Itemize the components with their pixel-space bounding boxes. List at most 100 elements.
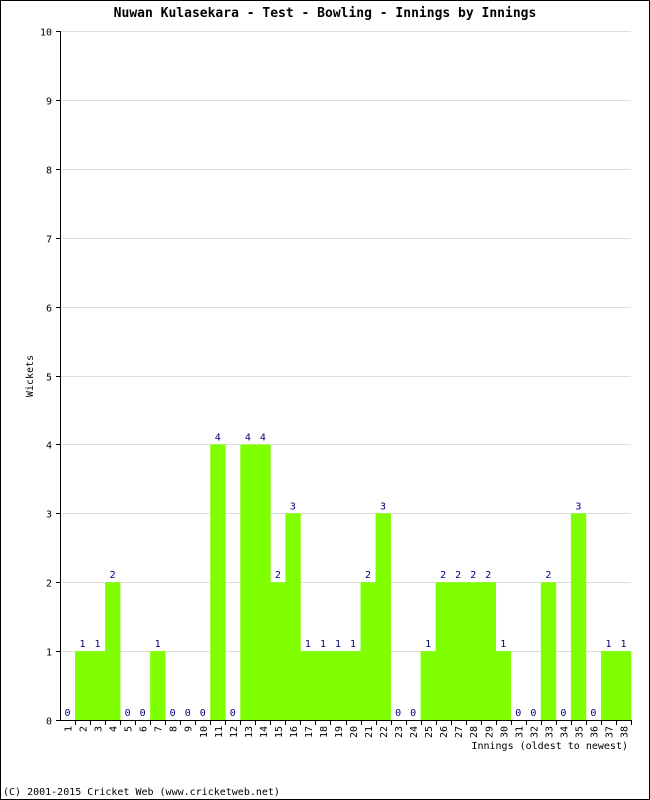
- y-tick-label: 3: [46, 510, 52, 521]
- x-tick-label: 3: [94, 726, 105, 732]
- x-tick-label: 34: [559, 726, 570, 738]
- x-tick-label: 2: [79, 726, 90, 732]
- x-tick-label: 14: [259, 726, 270, 738]
- x-tick-label: 11: [214, 726, 225, 738]
- bar: [210, 444, 226, 720]
- data-label: 1: [500, 639, 506, 650]
- data-label: 1: [425, 639, 431, 650]
- x-tick-label: 33: [544, 726, 555, 738]
- data-label: 4: [260, 432, 266, 443]
- data-label: 0: [170, 708, 176, 719]
- y-tick-label: 0: [46, 717, 52, 728]
- data-label: 1: [95, 639, 101, 650]
- data-label: 0: [560, 708, 566, 719]
- x-tick-label: 10: [199, 726, 210, 738]
- x-tick-label: 20: [349, 726, 360, 738]
- x-tick-label: 30: [499, 726, 510, 738]
- x-tick-label: 23: [394, 726, 405, 738]
- bar: [240, 444, 256, 720]
- x-tick-label: 37: [604, 726, 615, 738]
- data-label: 1: [305, 639, 311, 650]
- bar: [495, 651, 512, 720]
- bar: [435, 582, 451, 720]
- x-axis-label: Innings (oldest to newest): [471, 741, 628, 752]
- bar: [570, 513, 587, 720]
- y-tick-label: 2: [46, 579, 52, 590]
- x-tick-label: 24: [409, 726, 420, 738]
- x-tick-label: 32: [529, 726, 540, 738]
- bar: [90, 651, 106, 720]
- data-label: 4: [215, 432, 221, 443]
- bar: [105, 582, 121, 720]
- x-tick-label: 18: [319, 726, 330, 738]
- bar: [75, 651, 91, 720]
- bar: [330, 651, 346, 720]
- x-tick-label: 4: [109, 726, 120, 732]
- y-tick-label: 6: [46, 304, 52, 315]
- data-label: 3: [290, 501, 296, 512]
- x-tick-label: 35: [574, 726, 585, 738]
- bar: [450, 582, 467, 720]
- x-tick-label: 21: [364, 726, 375, 738]
- bar: [345, 651, 361, 720]
- x-tick-label: 7: [154, 726, 165, 732]
- x-tick-label: 1: [64, 726, 75, 732]
- x-tick-label: 28: [469, 726, 480, 738]
- x-tick-label: 27: [454, 726, 465, 738]
- data-label: 1: [80, 639, 86, 650]
- x-tick-label: 13: [244, 726, 255, 738]
- chart-title: Nuwan Kulasekara - Test - Bowling - Inni…: [114, 6, 537, 21]
- x-tick-label: 26: [439, 726, 450, 738]
- data-label: 0: [410, 708, 416, 719]
- data-label: 1: [155, 639, 161, 650]
- data-label: 0: [590, 708, 596, 719]
- data-label: 0: [515, 708, 521, 719]
- bar: [360, 582, 376, 720]
- x-tick-label: 15: [274, 726, 285, 738]
- bar: [465, 582, 482, 720]
- data-label: 2: [470, 570, 476, 581]
- data-label: 0: [125, 708, 131, 719]
- x-tick-label: 31: [514, 726, 525, 738]
- bar: [600, 651, 617, 720]
- data-label: 1: [335, 639, 341, 650]
- data-label: 1: [350, 639, 356, 650]
- bar: [150, 651, 166, 720]
- y-tick-label: 5: [46, 373, 52, 384]
- data-label: 2: [110, 570, 116, 581]
- data-label: 2: [365, 570, 371, 581]
- data-label: 1: [605, 639, 611, 650]
- data-label: 4: [245, 432, 251, 443]
- data-label: 0: [230, 708, 236, 719]
- y-tick-label: 1: [46, 648, 52, 659]
- x-tick-label: 38: [619, 726, 630, 738]
- x-tick-label: 22: [379, 726, 390, 738]
- bar: [375, 513, 391, 720]
- data-label: 0: [530, 708, 536, 719]
- x-tick-label: 19: [334, 726, 345, 738]
- bar: [270, 582, 286, 720]
- bar: [315, 651, 331, 720]
- data-label: 3: [575, 501, 581, 512]
- data-label: 2: [275, 570, 281, 581]
- data-label: 2: [455, 570, 461, 581]
- x-tick-label: 25: [424, 726, 435, 738]
- x-tick-label: 36: [589, 726, 600, 738]
- bar: [255, 444, 271, 720]
- x-tick-label: 16: [289, 726, 300, 738]
- y-tick-label: 8: [46, 166, 52, 177]
- x-tick-label: 12: [229, 726, 240, 738]
- bar: [615, 651, 632, 720]
- data-label: 1: [320, 639, 326, 650]
- y-tick-label: 10: [40, 28, 52, 39]
- gridlines: [60, 31, 631, 652]
- data-label: 0: [140, 708, 146, 719]
- bar: [540, 582, 557, 720]
- data-label: 0: [200, 708, 206, 719]
- x-tick-label: 29: [484, 726, 495, 738]
- x-tick-label: 17: [304, 726, 315, 738]
- data-label: 0: [395, 708, 401, 719]
- x-tick-label: 8: [169, 726, 180, 732]
- data-label: 2: [545, 570, 551, 581]
- y-tick-label: 9: [46, 97, 52, 108]
